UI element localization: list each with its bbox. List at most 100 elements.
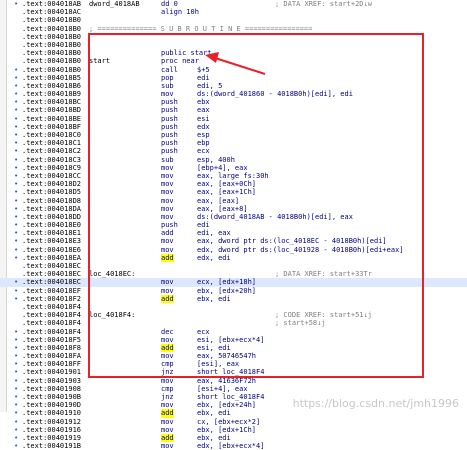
listing-row[interactable]: .text:004018B0 [0, 41, 467, 49]
breakpoint-gutter[interactable] [0, 319, 22, 327]
listing-row[interactable]: .text:004018C1 push ebp [0, 139, 467, 147]
breakpoint-gutter[interactable] [0, 401, 22, 409]
breakpoint-gutter[interactable] [0, 368, 22, 376]
listing-row[interactable]: .text:004018C9 mov [ebp+4], eax [0, 164, 467, 172]
breakpoint-gutter[interactable] [0, 188, 22, 196]
breakpoint-gutter[interactable] [0, 328, 22, 336]
breakpoint-gutter[interactable] [0, 303, 22, 311]
breakpoint-gutter[interactable] [0, 156, 22, 164]
breakpoint-gutter[interactable] [0, 409, 22, 417]
listing-row[interactable]: .text:004018F4 loc_4018F4: ; CODE XREF: st… [0, 311, 467, 319]
breakpoint-gutter[interactable] [0, 41, 22, 49]
breakpoint-gutter[interactable] [0, 0, 22, 8]
code-label[interactable]: loc_4018F4: [89, 311, 135, 319]
listing-row[interactable]: .text:004018B0 [0, 16, 467, 24]
breakpoint-gutter[interactable] [0, 418, 22, 426]
listing-row[interactable]: .text:004018B9 mov ds:(dword_401860 - 4018… [0, 90, 467, 98]
listing-row[interactable]: .text:00401916 mov ebx, [edx+1Ch] [0, 426, 467, 434]
listing-row[interactable]: .text:00401903 mov eax, 41636F72h [0, 377, 467, 385]
listing-row[interactable]: .text:00401908 cmp [esi+4], eax [0, 385, 467, 393]
listing-row[interactable]: .text:00401919 add ebx, edi [0, 433, 467, 442]
breakpoint-gutter[interactable] [0, 336, 22, 344]
listing-row[interactable]: .text:00401912 mov cx, [ebx+ecx*2] [0, 418, 467, 426]
breakpoint-gutter[interactable] [0, 147, 22, 155]
listing-row[interactable]: .text:004018DA mov eax, [eax+8] [0, 205, 467, 213]
listing-row[interactable]: .text:004018BD push eax [0, 106, 467, 114]
listing-row[interactable]: .text:004018EC loc_4018EC: ; DATA XREF: st… [0, 270, 467, 278]
listing-row[interactable]: .text:004018CC mov eax, large fs:30h [0, 172, 467, 180]
disassembly-listing[interactable]: .text:004018AB dword_4018AB dd 0 ; DATA XRE… [0, 0, 467, 450]
listing-row[interactable]: .text:004018D2 mov eax, [eax+0Ch] [0, 180, 467, 188]
breakpoint-gutter[interactable] [0, 90, 22, 98]
listing-row[interactable]: .text:004018EC [0, 262, 467, 270]
breakpoint-gutter[interactable] [0, 139, 22, 147]
code-label[interactable]: start [89, 57, 110, 65]
xref-comment[interactable]: ; DATA XREF: start+33Tr [275, 270, 372, 278]
breakpoint-gutter[interactable] [0, 229, 22, 237]
xref-comment[interactable]: ; CODE XREF: start+51↓j [275, 311, 372, 319]
breakpoint-gutter[interactable] [0, 16, 22, 24]
listing-row[interactable]: .text:00401901 jnz short loc_4018F4 [0, 368, 467, 376]
listing-row[interactable]: .text:004018AB dword_4018AB dd 0 ; DATA XRE… [0, 0, 467, 8]
listing-row[interactable]: .text:004018F4 [0, 303, 467, 311]
breakpoint-gutter[interactable] [0, 352, 22, 360]
breakpoint-gutter[interactable] [0, 295, 22, 303]
breakpoint-gutter[interactable] [0, 82, 22, 90]
listing-row[interactable]: .text:004018D8 mov eax, [eax] [0, 197, 467, 205]
breakpoint-gutter[interactable] [0, 123, 22, 131]
listing-row[interactable]: .text:0040191B mov edx, [ebx+ecx*4] [0, 442, 467, 450]
listing-row[interactable]: .text:004018C2 push ecx [0, 147, 467, 155]
listing-row[interactable]: .text:004018F4 ; start+58↓j [0, 319, 467, 327]
listing-row[interactable]: .text:004018AC align 10h [0, 8, 467, 16]
xref-comment[interactable]: ; start+58↓j [275, 319, 326, 327]
breakpoint-gutter[interactable] [0, 385, 22, 393]
breakpoint-gutter[interactable] [0, 8, 22, 16]
breakpoint-gutter[interactable] [0, 180, 22, 188]
listing-row[interactable]: .text:004018F8 add esi, edi [0, 343, 467, 352]
breakpoint-gutter[interactable] [0, 57, 22, 65]
breakpoint-gutter[interactable] [0, 98, 22, 106]
code-label[interactable]: loc_4018EC: [89, 270, 135, 278]
listing-row[interactable]: .text:00401910 add ebx, edi [0, 409, 467, 418]
breakpoint-gutter[interactable] [0, 106, 22, 114]
breakpoint-gutter[interactable] [0, 377, 22, 385]
listing-row[interactable]: .text:004018B6 sub edi, 5 [0, 82, 467, 90]
breakpoint-gutter[interactable] [0, 221, 22, 229]
breakpoint-gutter[interactable] [0, 164, 22, 172]
listing-row[interactable]: .text:004018C3 sub esp, 400h [0, 156, 467, 164]
breakpoint-gutter[interactable] [0, 442, 22, 450]
listing-row[interactable]: .text:004018E6 mov edx, dword ptr ds:(loc_… [0, 246, 467, 254]
listing-row[interactable]: .text:004018E3 mov eax, dword ptr ds:(loc_… [0, 237, 467, 245]
listing-row[interactable]: .text:004018E1 add edi, eax [0, 229, 467, 237]
breakpoint-gutter[interactable] [0, 172, 22, 180]
breakpoint-gutter[interactable] [0, 393, 22, 401]
breakpoint-gutter[interactable] [0, 49, 22, 57]
listing-row[interactable]: .text:004018FA mov eax, 50746547h [0, 352, 467, 360]
breakpoint-gutter[interactable] [0, 254, 22, 262]
listing-row[interactable]: .text:004018B5 pop edi [0, 74, 467, 82]
breakpoint-gutter[interactable] [0, 344, 22, 352]
code-label[interactable]: dword_4018AB [89, 0, 140, 8]
breakpoint-gutter[interactable] [0, 270, 22, 278]
breakpoint-gutter[interactable] [0, 205, 22, 213]
breakpoint-gutter[interactable] [0, 360, 22, 368]
listing-row[interactable]: .text:004018C0 push esp [0, 131, 467, 139]
breakpoint-gutter[interactable] [0, 237, 22, 245]
breakpoint-gutter[interactable] [0, 131, 22, 139]
breakpoint-gutter[interactable] [0, 311, 22, 319]
listing-row[interactable]: .text:004018B0 ; ============== S U B R O… [0, 25, 467, 33]
breakpoint-gutter[interactable] [0, 213, 22, 221]
listing-row[interactable]: .text:004018F4 dec ecx [0, 328, 467, 336]
breakpoint-gutter[interactable] [0, 426, 22, 434]
xref-comment[interactable]: ; DATA XREF: start+2D↓w [275, 0, 372, 8]
listing-row[interactable]: .text:004018F5 mov esi, [ebx+ecx*4] [0, 336, 467, 344]
listing-row[interactable]: .text:004018E0 push edi [0, 221, 467, 229]
listing-row[interactable]: .text:004018BC push ebx [0, 98, 467, 106]
listing-row[interactable]: .text:004018EF mov ebx, [edx+20h] [0, 287, 467, 295]
listing-row[interactable]: .text:004018B0 public start [0, 49, 467, 57]
listing-row[interactable]: .text:004018EA add edx, edi [0, 253, 467, 262]
breakpoint-gutter[interactable] [0, 25, 22, 33]
breakpoint-gutter[interactable] [0, 74, 22, 82]
listing-row[interactable]: .text:004018EC mov ecx, [edx+18h] [0, 278, 467, 287]
listing-row[interactable]: .text:004018BE push esi [0, 115, 467, 123]
